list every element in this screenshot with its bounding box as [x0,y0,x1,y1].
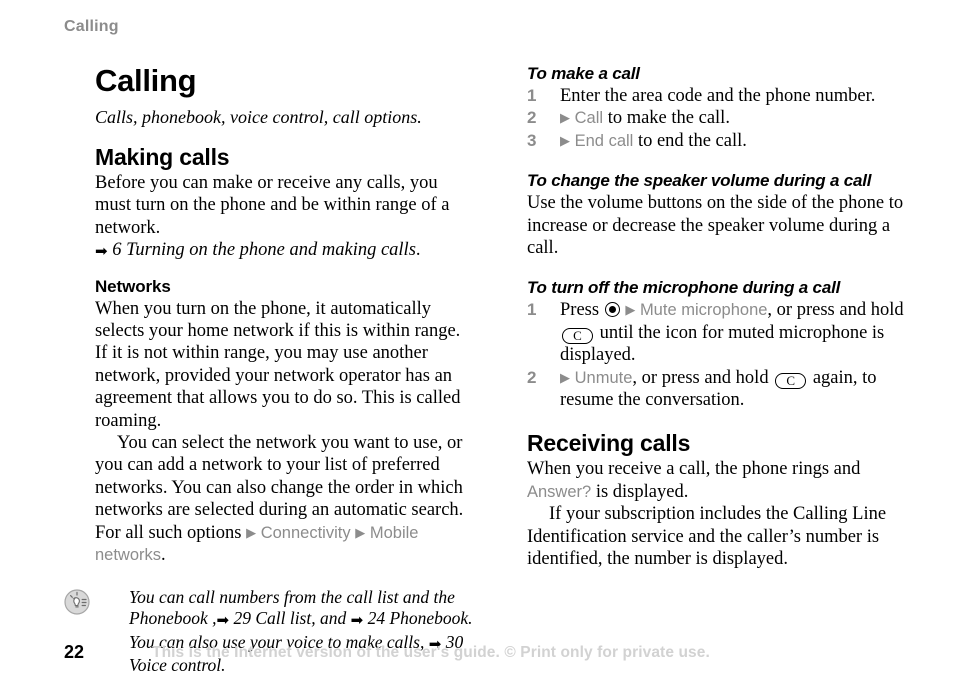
step-mid: , or press and hold [632,367,769,388]
right-column: To make a call 1 Enter the area code and… [527,64,907,571]
left-column: Calling Calls, phonebook, voice control,… [64,63,477,677]
step-mid: , or press and hold [767,300,904,321]
page-title: Calling [95,63,197,98]
cross-reference-period: . [415,240,421,261]
step-lead: Press [560,300,600,321]
step-tail: until the icon for muted microphone is d… [560,322,885,366]
menu-item-end-call[interactable]: End call [575,132,634,150]
section-heading-networks: Networks [95,276,171,296]
selection-key-icon [604,302,620,318]
receiving-calls-paragraph-2: If your subscription includes the Callin… [527,504,887,570]
tip-reference-phonebook[interactable]: 24 Phonebook. [368,608,473,628]
section-heading-making-calls: Making calls [95,144,230,170]
making-calls-paragraph: Before you can make or receive any calls… [95,172,477,263]
receiving-calls-tail: is displayed. [595,481,689,502]
page-subtitle: Calls, phonebook, voice control, call op… [95,107,422,127]
footer-disclaimer: This is the Internet version of the user… [152,644,710,661]
procedure-heading-to-make-a-call: To make a call [527,64,640,83]
step-number: 3 [527,130,537,150]
page-footer: 22 This is the Internet version of the u… [0,642,954,668]
section-heading-receiving-calls: Receiving calls [527,430,691,457]
step-number: 2 [527,367,537,387]
procedure-steps-to-make-a-call: 1 Enter the area code and the phone numb… [527,85,907,152]
list-item: 1 Press ▶ Mute microphone, or press and … [527,299,907,366]
step-number: 1 [527,300,537,320]
running-head: Calling [64,18,119,35]
menu-item-call[interactable]: Call [575,109,603,127]
clear-key-icon: C [562,327,593,344]
step-text: to make the call. [607,108,730,129]
step-number: 2 [527,108,537,128]
cross-reference-arrow-icon: ➡ [95,242,108,261]
step-text: to end the call. [637,130,747,151]
receiving-calls-lead: When you receive a call, the phone rings… [527,459,861,480]
menu-triangle-icon: ▶ [560,110,570,126]
lightbulb-tip-icon [64,588,90,615]
tip-reference-arrow-icon: ➡ [350,611,364,629]
cross-reference-link[interactable]: 6 Turning on the phone and making calls [112,240,416,260]
menu-item-unmute[interactable]: Unmute [575,369,633,387]
menu-item-answer[interactable]: Answer? [527,483,591,501]
menu-triangle-icon: ▶ [560,132,570,148]
list-item: 1 Enter the area code and the phone numb… [527,85,907,107]
making-calls-text: Before you can make or receive any calls… [95,173,450,238]
procedure-steps-to-turn-off-microphone: 1 Press ▶ Mute microphone, or press and … [527,299,907,411]
speaker-volume-paragraph: Use the volume buttons on the side of th… [527,193,904,259]
receiving-calls-paragraph-1: When you receive a call, the phone rings… [527,458,907,503]
procedure-heading-to-change-speaker-volume: To change the speaker volume during a ca… [527,171,872,191]
networks-paragraph-2: You can select the network you want to u… [95,432,477,566]
menu-triangle-icon: ▶ [355,524,366,540]
clear-key-icon: C [775,372,807,389]
page-number: 22 [64,642,85,662]
menu-triangle-icon: ▶ [560,369,570,385]
tip-reference-call-list[interactable]: 29 Call list [233,608,311,628]
step-number: 1 [527,86,537,105]
tip-conjunction: , and [311,608,347,628]
networks-paragraph-1: When you turn on the phone, it automatic… [95,298,461,431]
menu-triangle-icon: ▶ [625,302,636,318]
menu-item-connectivity[interactable]: Connectivity [261,524,351,542]
step-text: Enter the area code and the phone number… [560,86,876,106]
menu-triangle-icon: ▶ [246,524,257,540]
tip-reference-arrow-icon: ➡ [216,611,230,629]
list-item: 2 ▶ Unmute, or press and hold C again, t… [527,367,907,412]
menu-path-period: . [161,545,166,566]
list-item: 2 ▶ Call to make the call. [527,107,907,129]
menu-item-mute-microphone[interactable]: Mute microphone [640,301,767,319]
list-item: 3 ▶ End call to end the call. [527,130,907,152]
procedure-heading-to-turn-off-microphone: To turn off the microphone during a call [527,278,841,298]
